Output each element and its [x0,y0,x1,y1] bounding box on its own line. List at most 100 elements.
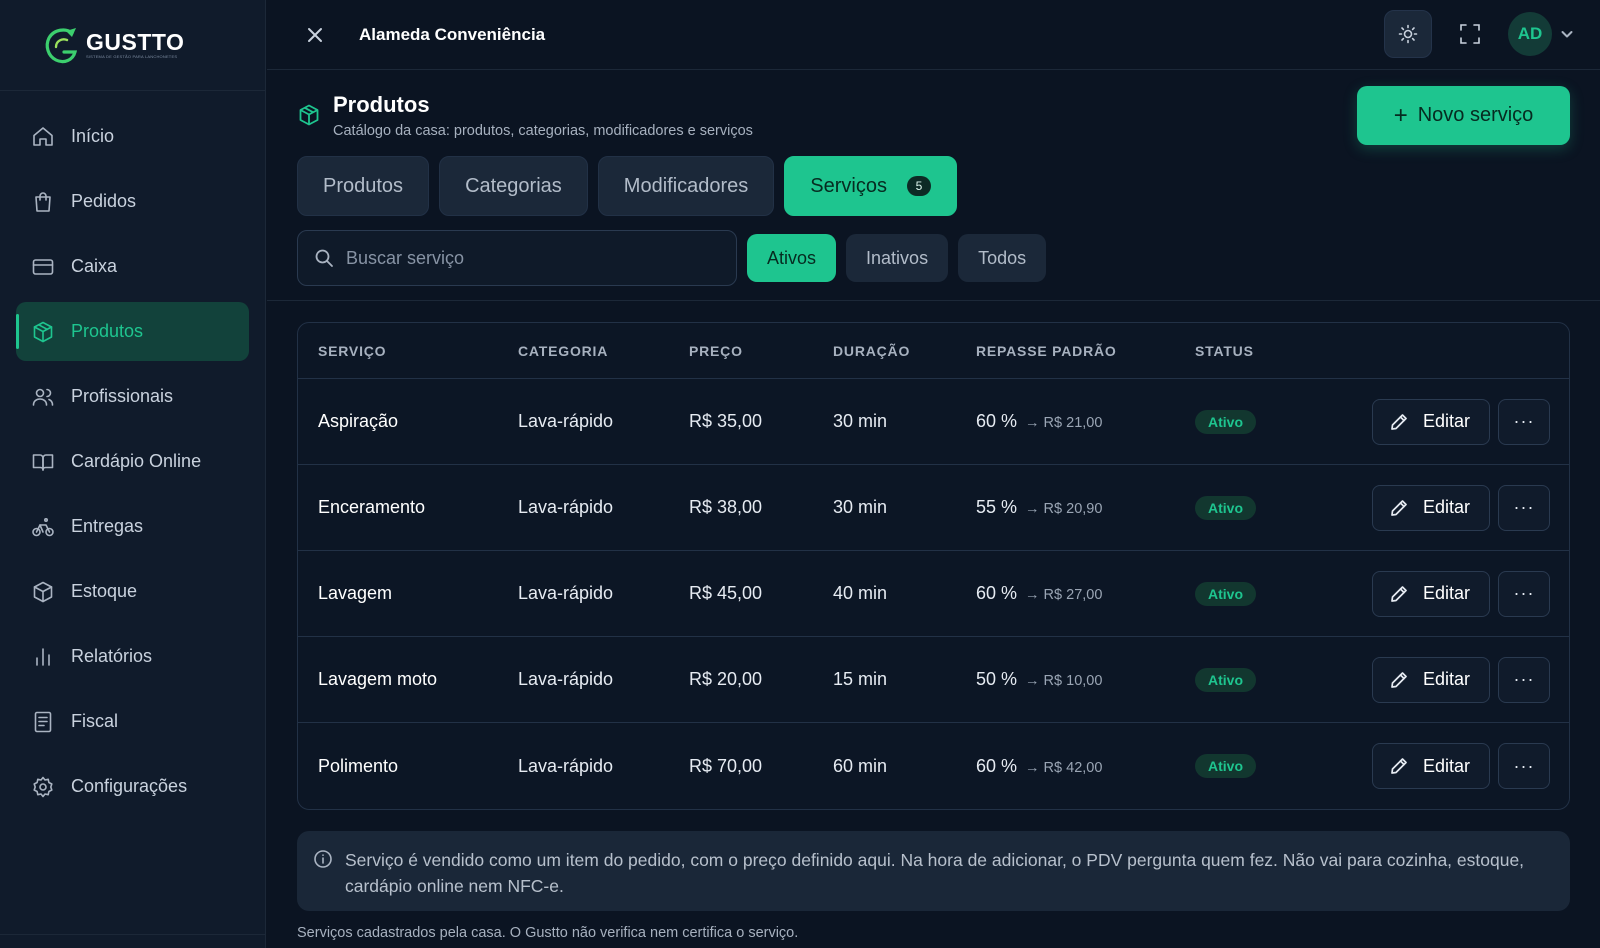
sidebar-item-caixa[interactable]: Caixa [16,237,249,296]
column-header-preco[interactable]: PREÇO [689,343,743,359]
edit-button[interactable]: Editar [1372,570,1490,617]
sidebar-item-produtos[interactable]: Produtos [16,302,249,361]
pencil-icon [1391,585,1407,602]
table-row[interactable]: Lavagem moto Lava-rápido R$ 20,00 15 min… [298,637,1569,723]
service-price: R$ 20,00 [689,669,763,689]
sidebar-item-profissionais[interactable]: Profissionais [16,367,249,426]
status-badge: Ativo [1195,754,1256,778]
edit-label: Editar [1423,411,1471,431]
tab-modificadores[interactable]: Modificadores [597,156,775,216]
filter-todos[interactable]: Todos [958,234,1047,282]
more-options-button[interactable]: ··· [1498,484,1550,531]
service-price: R$ 70,00 [689,755,763,776]
chevron-down-icon[interactable] [1560,27,1574,41]
store-name: Alameda Conveniência [359,24,546,44]
table-row[interactable]: Enceramento Lava-rápido R$ 38,00 30 min … [298,465,1569,551]
column-header-repasse[interactable]: REPASSE PADRÃO [976,343,1117,359]
page-title: Produtos [333,92,430,117]
payout-value: → R$ 10,00 [1025,673,1103,689]
column-header-servico[interactable]: SERVIÇO [318,343,386,359]
sidebar-item-relatorios[interactable]: Relatórios [16,627,249,686]
logo[interactable]: GUSTTO SISTEMA DE GESTÃO PARA LANCHONETE… [0,0,265,91]
close-button[interactable] [293,13,337,57]
fullscreen-icon [1460,24,1480,44]
column-header-status[interactable]: STATUS [1195,343,1254,359]
book-open-icon [32,453,54,471]
service-payout: 60 % → R$ 27,00 [976,583,1102,604]
more-options-button[interactable]: ··· [1498,398,1550,445]
service-payout: 55 % → R$ 20,90 [976,497,1102,518]
tab-label: Modificadores [623,174,749,197]
tab-categorias[interactable]: Categorias [439,156,588,216]
bar-chart-icon [36,647,50,666]
sidebar-item-label: Relatórios [71,646,153,666]
fullscreen-button[interactable] [1446,10,1494,58]
service-name: Aspiração [318,411,399,431]
sidebar-item-inicio[interactable]: Início [16,107,249,166]
home-icon [33,126,53,146]
sidebar-item-fiscal[interactable]: Fiscal [16,692,249,751]
tab-count-badge: 5 [907,176,931,196]
service-category: Lava-rápido [518,497,614,517]
service-category: Lava-rápido [518,669,614,689]
sidebar-item-estoque[interactable]: Estoque [16,562,249,621]
tab-produtos[interactable]: Produtos [297,156,430,216]
service-name: Lavagem [318,583,393,603]
filter-ativos[interactable]: Ativos [747,234,837,282]
sidebar-item-label: Entregas [71,516,144,536]
sidebar-item-configuracoes[interactable]: Configurações [16,757,249,816]
services-table: SERVIÇO CATEGORIA PREÇO DURAÇÃO REPASSE … [297,322,1570,810]
payout-percent: 60 % [976,583,1018,603]
service-category: Lava-rápido [518,583,614,603]
search-field[interactable] [297,230,737,286]
service-duration: 60 min [833,755,888,776]
info-text: Serviço é vendido como um item do pedido… [345,850,1525,896]
table-row[interactable]: Polimento Lava-rápido R$ 70,00 60 min 60… [298,723,1569,809]
more-options-button[interactable]: ··· [1498,743,1550,789]
sidebar-item-entregas[interactable]: Entregas [16,497,249,556]
credit-card-icon [32,258,54,275]
tab-servicos[interactable]: Serviços 5 [784,156,957,216]
edit-label: Editar [1423,497,1471,517]
service-price: R$ 38,00 [689,497,763,517]
sidebar-item-label: Produtos [71,321,144,341]
edit-button[interactable]: Editar [1372,743,1490,789]
top-actions: AD [1384,10,1574,58]
package-icon [33,321,53,342]
pencil-icon [1391,499,1407,516]
service-category: Lava-rápido [518,411,614,431]
payout-percent: 60 % [976,411,1018,431]
status-badge: Ativo [1195,581,1256,606]
payout-percent: 50 % [976,669,1018,689]
tab-label: Categorias [465,174,562,197]
section-divider [267,300,1600,301]
users-icon [32,388,54,406]
more-options-button[interactable]: ··· [1498,570,1550,617]
more-options-button[interactable]: ··· [1498,656,1550,703]
edit-button[interactable]: Editar [1372,656,1490,703]
column-header-categoria[interactable]: CATEGORIA [518,343,608,359]
search-input[interactable] [346,247,726,269]
edit-button[interactable]: Editar [1372,398,1490,445]
table-row[interactable]: Aspiração Lava-rápido R$ 35,00 30 min 60… [298,379,1569,465]
status-filters: Ativos Inativos Todos [747,234,1056,282]
footnote: Serviços cadastrados pela casa. O Gustto… [297,925,799,941]
sidebar-item-label: Profissionais [71,386,174,406]
service-name: Enceramento [318,497,426,517]
new-service-button[interactable]: + Novo serviço [1357,86,1570,145]
theme-toggle-button[interactable] [1384,10,1432,58]
service-category: Lava-rápido [518,755,614,776]
tab-label: Serviços [810,174,887,197]
service-price: R$ 45,00 [689,583,763,603]
edit-button[interactable]: Editar [1372,484,1490,531]
column-header-duracao[interactable]: DURAÇÃO [833,343,910,359]
status-badge: Ativo [1195,667,1256,692]
status-badge: Ativo [1195,495,1256,520]
table-row[interactable]: Lavagem Lava-rápido R$ 45,00 40 min 60 %… [298,551,1569,637]
filter-inativos[interactable]: Inativos [846,234,949,282]
sidebar-item-label: Configurações [71,776,188,796]
sidebar-item-pedidos[interactable]: Pedidos [16,172,249,231]
payout-percent: 55 % [976,497,1018,517]
sidebar-item-cardapio-online[interactable]: Cardápio Online [16,432,249,491]
avatar[interactable]: AD [1508,12,1552,56]
